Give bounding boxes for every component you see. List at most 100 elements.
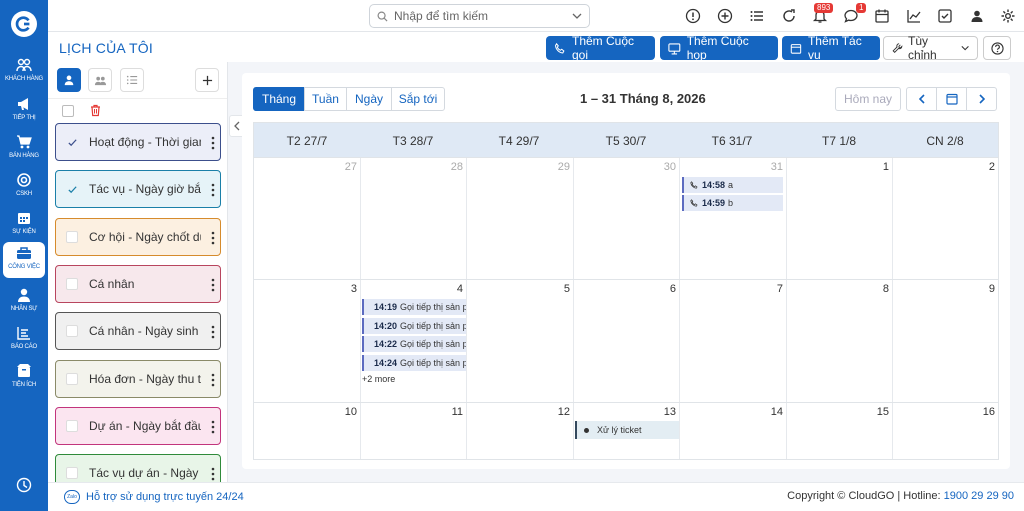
select-all-checkbox[interactable] — [62, 105, 74, 117]
view-day-button[interactable]: Ngày — [346, 87, 392, 111]
customize-button[interactable]: Tùy chỉnh — [883, 34, 978, 62]
nav-item-events[interactable]: SỰ KIỆN — [3, 207, 45, 241]
calendar-category[interactable]: Cá nhân - Ngày sinh — [55, 312, 221, 350]
day-cell[interactable]: 29 — [550, 161, 570, 173]
day-cell[interactable]: 7 — [763, 283, 783, 295]
add-circle-icon[interactable] — [717, 8, 733, 24]
day-cell[interactable]: 2 — [975, 161, 995, 173]
nav-item-marketing[interactable]: TIẾP THỊ — [3, 93, 45, 127]
day-cell[interactable]: 27 — [337, 161, 357, 173]
help-button[interactable] — [983, 36, 1011, 60]
day-cell[interactable]: 30 — [656, 161, 676, 173]
day-cell[interactable]: 6 — [656, 283, 676, 295]
nav-item-reports[interactable]: BÁO CÁO — [3, 322, 45, 356]
day-cell[interactable]: 10 — [337, 406, 357, 418]
calendar-category[interactable]: Tác vụ - Ngày giờ bắt đầu — [55, 170, 221, 208]
list-icon[interactable] — [749, 8, 765, 24]
day-cell[interactable]: 5 — [550, 283, 570, 295]
day-cell[interactable]: 3 — [337, 283, 357, 295]
category-checkbox[interactable] — [66, 231, 78, 243]
calendar-category[interactable]: Hoạt động - Thời gian bắt đầu — [55, 123, 221, 161]
nav-item-tasks[interactable]: CÔNG VIỆC — [3, 242, 45, 278]
day-cell[interactable]: 4 — [443, 283, 463, 295]
nav-label: BÁO CÁO — [11, 344, 37, 350]
info-icon[interactable] — [685, 8, 701, 24]
search-icon — [377, 11, 388, 22]
more-vertical-icon[interactable] — [211, 183, 215, 197]
add-task-button[interactable]: Thêm Tác vụ — [782, 34, 880, 62]
view-week-button[interactable]: Tuần — [304, 87, 347, 111]
more-vertical-icon[interactable] — [211, 278, 215, 292]
day-cell[interactable]: 12 — [550, 406, 570, 418]
calendar-category[interactable]: Cơ hội - Ngày chốt dự kiến — [55, 218, 221, 256]
calendar-event[interactable]: 14:22 Gọi tiếp thị sản phẩm — [362, 336, 466, 352]
day-cell[interactable]: 31 — [763, 161, 783, 173]
add-calendar-button[interactable] — [195, 68, 219, 92]
more-vertical-icon[interactable] — [211, 136, 215, 150]
category-checkbox[interactable] — [66, 136, 78, 148]
day-cell[interactable]: 15 — [869, 406, 889, 418]
view-upcoming-button[interactable]: Sắp tới — [391, 87, 445, 111]
day-cell[interactable]: 8 — [869, 283, 889, 295]
day-cell[interactable]: 11 — [443, 406, 463, 418]
more-vertical-icon[interactable] — [211, 373, 215, 387]
day-cell[interactable]: 9 — [975, 283, 995, 295]
more-vertical-icon[interactable] — [211, 325, 215, 339]
prev-button[interactable] — [906, 87, 937, 111]
category-checkbox[interactable] — [66, 420, 78, 432]
category-checkbox[interactable] — [66, 278, 78, 290]
history-button[interactable] — [16, 477, 32, 493]
calendar-category[interactable]: Hóa đơn - Ngày thu tiền — [55, 360, 221, 398]
category-checkbox[interactable] — [66, 183, 78, 195]
nav-item-customers[interactable]: KHÁCH HÀNG — [3, 54, 45, 88]
category-checkbox[interactable] — [66, 467, 78, 479]
checkbox-icon[interactable] — [937, 8, 953, 24]
nav-item-hr[interactable]: NHÂN SỰ — [3, 284, 45, 318]
check-icon — [67, 138, 77, 146]
trash-icon[interactable] — [89, 104, 102, 117]
shared-calendar-button[interactable] — [88, 68, 112, 92]
calendar-icon[interactable] — [874, 8, 890, 24]
more-events-link[interactable]: +2 more — [362, 374, 395, 384]
settings-icon[interactable] — [1000, 8, 1016, 24]
nav-item-cskh[interactable]: CSKH — [3, 169, 45, 203]
event-title: Xử lý ticket — [597, 425, 642, 435]
support-link[interactable]: Zalo Hỗ trợ sử dụng trực tuyến 24/24 — [64, 490, 244, 504]
my-calendar-button[interactable] — [57, 68, 81, 92]
calendar-event[interactable]: 14:19 Gọi tiếp thị sản phẩm — [362, 299, 466, 315]
more-vertical-icon[interactable] — [211, 231, 215, 245]
calendar-event[interactable]: 14:24 Gọi tiếp thị sản phẩm — [362, 355, 466, 371]
category-checkbox[interactable] — [66, 325, 78, 337]
day-cell[interactable]: 13 — [656, 406, 676, 418]
refresh-icon[interactable] — [781, 8, 797, 24]
next-button[interactable] — [966, 87, 997, 111]
more-vertical-icon[interactable] — [211, 467, 215, 481]
app-logo[interactable] — [11, 11, 37, 37]
user-icon[interactable] — [969, 8, 985, 24]
chart-icon[interactable] — [906, 8, 922, 24]
view-month-button[interactable]: Tháng — [253, 87, 305, 111]
calendar-event[interactable]: 14:20 Gọi tiếp thị sản phẩm — [362, 318, 466, 334]
today-button[interactable]: Hôm nay — [835, 87, 901, 111]
calendar-event[interactable]: 14:59 b — [682, 195, 783, 211]
calendar-category[interactable]: Tác vụ dự án - Ngày bắt đầu — [55, 454, 221, 482]
calendar-category[interactable]: Dự án - Ngày bắt đầu — [55, 407, 221, 445]
day-cell[interactable]: 1 — [869, 161, 889, 173]
hotline-link[interactable]: 1900 29 29 90 — [944, 490, 1014, 502]
day-cell[interactable]: 16 — [975, 406, 995, 418]
calendar-event[interactable]: Xử lý ticket — [575, 421, 679, 439]
search-input[interactable]: Nhập để tìm kiếm — [369, 4, 590, 28]
list-view-button[interactable] — [120, 68, 144, 92]
day-cell[interactable]: 14 — [763, 406, 783, 418]
calendar-category[interactable]: Cá nhân — [55, 265, 221, 303]
more-vertical-icon[interactable] — [211, 420, 215, 434]
category-checkbox[interactable] — [66, 373, 78, 385]
nav-item-utilities[interactable]: TIỆN ÍCH — [3, 360, 45, 394]
calendar-event[interactable]: 14:58 a — [682, 177, 783, 193]
add-call-button[interactable]: Thêm Cuộc gọi — [546, 34, 655, 62]
calendar-picker-button[interactable] — [936, 87, 967, 111]
add-meeting-button[interactable]: Thêm Cuộc họp — [660, 34, 778, 62]
day-cell[interactable]: 28 — [443, 161, 463, 173]
nav-item-sales[interactable]: BÁN HÀNG — [3, 131, 45, 165]
month-grid: T2 27/7 T3 28/7 T4 29/7 T5 30/7 T6 31/7 … — [253, 122, 999, 460]
